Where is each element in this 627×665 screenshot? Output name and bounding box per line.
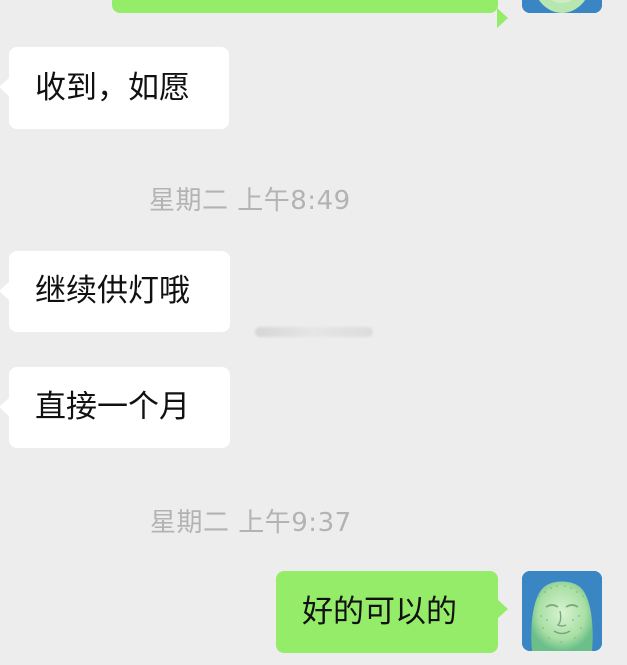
message-text: 直接一个月 — [35, 389, 190, 425]
buddha-face-avatar-icon — [522, 0, 602, 13]
chat-area[interactable]: 收到，如愿 星期二 上午8:49 继续供灯哦 直接一个月 星期二 上午9:37 … — [0, 0, 627, 665]
outgoing-message-bubble[interactable] — [112, 0, 508, 28]
message-text: 好的可以的 — [302, 593, 457, 630]
message-timestamp: 星期二 上午9:37 — [150, 508, 352, 538]
avatar[interactable] — [522, 0, 602, 13]
message-timestamp: 星期二 上午8:49 — [149, 186, 351, 216]
buddha-face-avatar-icon — [522, 571, 602, 651]
message-text: 继续供灯哦 — [35, 273, 190, 309]
incoming-message-bubble[interactable]: 收到，如愿 — [0, 47, 229, 129]
outgoing-message-bubble[interactable]: 好的可以的 — [276, 571, 508, 653]
incoming-message-bubble[interactable]: 直接一个月 — [0, 367, 230, 448]
avatar[interactable] — [522, 571, 602, 651]
message-text: 收到，如愿 — [35, 69, 190, 106]
redacted-watermark — [255, 327, 373, 337]
incoming-message-bubble[interactable]: 继续供灯哦 — [0, 251, 230, 332]
